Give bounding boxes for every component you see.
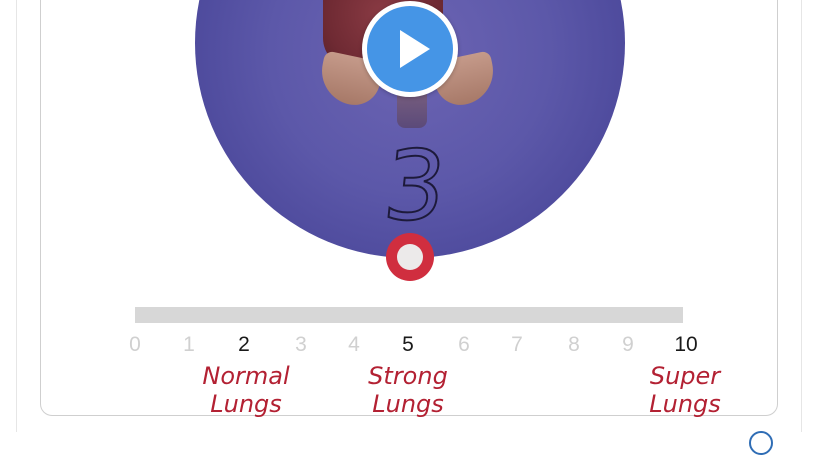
super-lungs-caption: Super Lungs bbox=[649, 362, 721, 418]
scale-tick-2: 2 bbox=[238, 333, 250, 356]
scale-tick-6: 6 bbox=[458, 333, 470, 356]
strong-lungs-caption: Strong Lungs bbox=[368, 362, 448, 418]
play-button-face bbox=[367, 6, 453, 92]
scale-tick-4: 4 bbox=[348, 333, 360, 356]
scale-tick-0: 0 bbox=[129, 333, 141, 356]
breath-count-number: 3 bbox=[378, 129, 453, 243]
scale-tick-1: 1 bbox=[183, 333, 195, 356]
progress-marker-dot bbox=[397, 244, 423, 270]
scale-tick-5: 5 bbox=[402, 333, 414, 356]
lung-strength-scale-track bbox=[135, 307, 683, 323]
scale-tick-9: 9 bbox=[622, 333, 634, 356]
scale-tick-3: 3 bbox=[295, 333, 307, 356]
info-circle-icon[interactable] bbox=[749, 431, 773, 455]
scale-tick-7: 7 bbox=[511, 333, 523, 356]
play-button[interactable] bbox=[362, 1, 458, 97]
scale-tick-8: 8 bbox=[568, 333, 580, 356]
normal-lungs-caption: Normal Lungs bbox=[202, 362, 290, 418]
play-icon bbox=[400, 30, 430, 68]
scale-tick-10: 10 bbox=[674, 333, 698, 356]
scale-progress-marker[interactable] bbox=[386, 233, 434, 281]
